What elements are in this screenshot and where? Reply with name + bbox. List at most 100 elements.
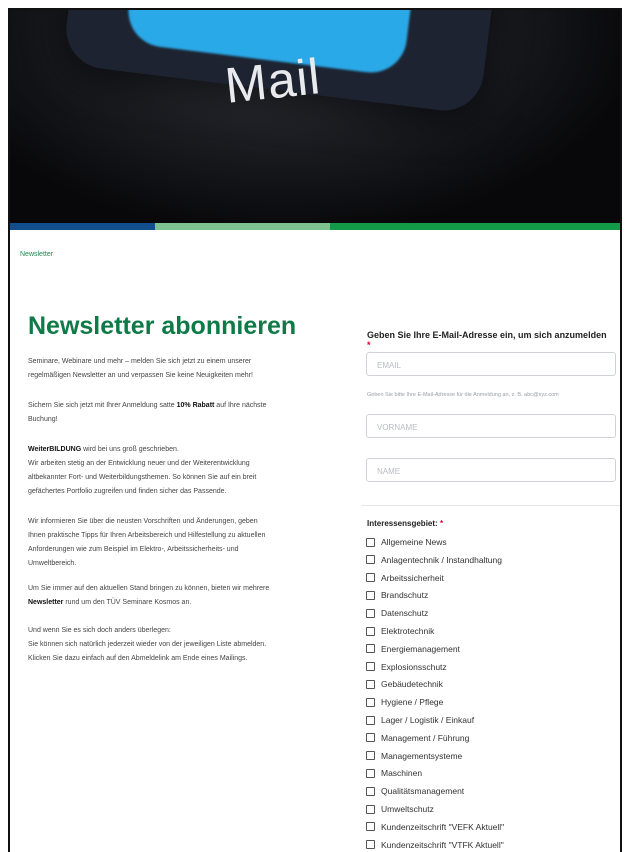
email-field[interactable]: EMAIL (366, 352, 616, 376)
text-line: Umweltbereich. (28, 560, 77, 567)
interest-label: Interessensgebiet: * (367, 519, 443, 528)
checkbox-label[interactable]: Maschinen (381, 768, 422, 778)
form-heading: Geben Sie Ihre E-Mail-Adresse ein, um si… (367, 330, 607, 350)
checkbox-label[interactable]: Gebäudetechnik (381, 679, 443, 689)
checkbox-label[interactable]: Allgemeine News (381, 537, 447, 547)
text-line: Und wenn Sie es sich doch anders überleg… (28, 627, 171, 634)
required-mark: * (367, 340, 371, 350)
checkbox-label[interactable]: Arbeitssicherheit (381, 573, 444, 583)
interest-checkbox-row[interactable]: Managementsysteme (366, 749, 462, 763)
text-line: Wir informieren Sie über die neusten Vor… (28, 518, 258, 525)
checkbox[interactable] (366, 590, 375, 600)
discount-highlight: 10% Rabatt (176, 402, 215, 409)
checkbox[interactable] (366, 840, 375, 850)
checkbox[interactable] (366, 697, 375, 707)
stripe-green (330, 223, 620, 230)
firstname-field[interactable]: VORNAME (366, 414, 616, 438)
checkbox-label[interactable]: Brandschutz (381, 590, 428, 600)
interest-checkbox-row[interactable]: Brandschutz (366, 588, 428, 602)
interest-checkbox-row[interactable]: Datenschutz (366, 606, 428, 620)
checkbox[interactable] (366, 662, 375, 672)
checkbox-label[interactable]: Lager / Logistik / Einkauf (381, 715, 474, 725)
checkbox[interactable] (366, 626, 375, 636)
text-line: WeiterBILDUNG wird bei uns groß geschrie… (28, 443, 328, 457)
text-line: Seminare, Webinare und mehr – melden Sie… (28, 358, 252, 365)
checkbox-label[interactable]: Qualitätsmanagement (381, 786, 464, 796)
interest-checkbox-row[interactable]: Hygiene / Pflege (366, 695, 443, 709)
checkbox-label[interactable]: Energiemanagement (381, 644, 460, 654)
text-line: Buchung! (28, 416, 58, 423)
interest-checkbox-row[interactable]: Qualitätsmanagement (366, 784, 464, 798)
interest-checkbox-row[interactable]: Maschinen (366, 766, 422, 780)
checkbox[interactable] (366, 679, 375, 689)
breadcrumb[interactable]: Newsletter (20, 251, 53, 258)
text-line: altbekannter Fort- und Weiterbildungsthe… (28, 474, 257, 481)
interest-checkbox-row[interactable]: Allgemeine News (366, 535, 447, 549)
checkbox-label[interactable]: Hygiene / Pflege (381, 697, 443, 707)
checkbox-label[interactable]: Management / Führung (381, 733, 469, 743)
checkbox-label[interactable]: Explosionsschutz (381, 662, 447, 672)
email-placeholder: EMAIL (377, 361, 402, 370)
checkbox[interactable] (366, 804, 375, 814)
intro-paragraph-3: WeiterBILDUNG wird bei uns groß geschrie… (28, 443, 328, 499)
text-line: Sichern Sie sich jetzt mit Ihrer Anmeldu… (28, 399, 328, 413)
text-line: Wir arbeiten stetig an der Entwicklung n… (28, 460, 250, 467)
firstname-placeholder: VORNAME (377, 423, 418, 432)
interest-checkbox-row[interactable]: Energiemanagement (366, 642, 460, 656)
newsletter-highlight: Newsletter (28, 599, 64, 606)
intro-paragraph-4: Wir informieren Sie über die neusten Vor… (28, 515, 328, 571)
stripe-light-green (155, 223, 330, 230)
page-frame: Mail Newsletter Newsletter abonnieren Se… (8, 8, 622, 852)
interest-checkbox-row[interactable]: Kundenzeitschrift "VEFK Aktuell" (366, 820, 504, 834)
checkbox-label[interactable]: Datenschutz (381, 608, 428, 618)
checkbox[interactable] (366, 608, 375, 618)
text-line: regelmäßigen Newsletter an und verpassen… (28, 372, 253, 379)
interest-checkbox-row[interactable]: Kundenzeitschrift "VTFK Aktuell" (366, 838, 504, 852)
interest-checkbox-row[interactable]: Elektrotechnik (366, 624, 434, 638)
intro-paragraph-2: Sichern Sie sich jetzt mit Ihrer Anmeldu… (28, 399, 328, 427)
lastname-field[interactable]: NAME (366, 458, 616, 482)
required-mark: * (439, 519, 444, 528)
interest-checkbox-row[interactable]: Lager / Logistik / Einkauf (366, 713, 474, 727)
checkbox[interactable] (366, 733, 375, 743)
hero-image: Mail (10, 10, 620, 223)
checkbox[interactable] (366, 715, 375, 725)
stripe-blue (10, 223, 155, 230)
checkbox-label[interactable]: Managementsysteme (381, 751, 462, 761)
text-line: Newsletter rund um den TÜV Seminare Kosm… (28, 596, 328, 610)
text-line: Klicken Sie dazu einfach auf den Abmelde… (28, 655, 248, 662)
checkbox-label[interactable]: Kundenzeitschrift "VTFK Aktuell" (381, 840, 504, 850)
lastname-placeholder: NAME (377, 467, 401, 476)
checkbox[interactable] (366, 768, 375, 778)
divider (362, 505, 620, 506)
interest-checkbox-row[interactable]: Gebäudetechnik (366, 677, 443, 691)
intro-paragraph-5: Um Sie immer auf den aktuellen Stand bri… (28, 582, 328, 610)
checkbox[interactable] (366, 555, 375, 565)
checkbox-label[interactable]: Umweltschutz (381, 804, 434, 814)
page-title: Newsletter abonnieren (28, 312, 297, 340)
checkbox-label[interactable]: Anlagentechnik / Instandhaltung (381, 555, 502, 565)
checkbox[interactable] (366, 822, 375, 832)
text-line: gefächertes Portfolio zugreifen und find… (28, 488, 227, 495)
text-span: auf Ihre nächste (214, 402, 267, 409)
text-line: Ihnen praktische Tipps für Ihren Arbeits… (28, 532, 266, 539)
interest-checkbox-row[interactable]: Umweltschutz (366, 802, 434, 816)
checkbox[interactable] (366, 786, 375, 796)
intro-paragraph-1: Seminare, Webinare und mehr – melden Sie… (28, 355, 328, 383)
text-line: Sie können sich natürlich jederzeit wied… (28, 641, 267, 648)
checkbox-label[interactable]: Elektrotechnik (381, 626, 434, 636)
text-span: rund um den TÜV Seminare Kosmos an. (63, 599, 192, 606)
checkbox-label[interactable]: Kundenzeitschrift "VEFK Aktuell" (381, 822, 504, 832)
checkbox[interactable] (366, 644, 375, 654)
form-heading-text: Geben Sie Ihre E-Mail-Adresse ein, um si… (367, 330, 607, 340)
weiterbildung-highlight: WeiterBILDUNG (28, 446, 82, 453)
text-span: wird bei uns groß geschrieben. (81, 446, 179, 453)
checkbox[interactable] (366, 573, 375, 583)
interest-checkbox-row[interactable]: Anlagentechnik / Instandhaltung (366, 553, 502, 567)
interest-checkbox-row[interactable]: Explosionsschutz (366, 660, 447, 674)
checkbox[interactable] (366, 537, 375, 547)
interest-checkbox-row[interactable]: Arbeitssicherheit (366, 571, 444, 585)
interest-checkbox-row[interactable]: Management / Führung (366, 731, 469, 745)
email-hint: Geben Sie bitte Ihre E-Mail-Adresse für … (367, 392, 559, 398)
checkbox[interactable] (366, 751, 375, 761)
